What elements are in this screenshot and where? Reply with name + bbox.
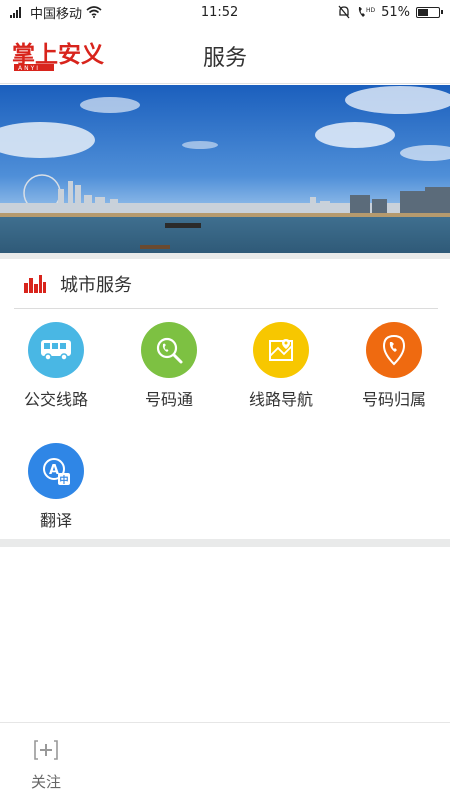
service-icon-circle (253, 322, 309, 378)
service-bus-routes[interactable]: 公交线路 (6, 322, 106, 410)
banner-image[interactable] (0, 85, 450, 253)
service-label: 线路导航 (248, 390, 313, 409)
service-route-navigation[interactable]: 线路导航 (231, 322, 331, 410)
battery-icon (415, 6, 443, 18)
phone-search-icon (156, 337, 183, 364)
translate-icon: A 中 (43, 458, 70, 486)
service-icon-circle (366, 322, 422, 378)
battery-fill (417, 8, 428, 16)
section-title: 城市服务 (60, 274, 132, 296)
status-right: HD 51% (337, 4, 443, 20)
status-bar: 中国移动 11:52 HD 51% (0, 0, 450, 24)
tab-follow-label: 关注 (30, 773, 61, 791)
svg-text:A: A (49, 463, 59, 478)
service-icon-circle: A 中 (28, 443, 84, 499)
service-number-lookup[interactable]: 号码通 (119, 322, 219, 410)
tab-follow[interactable]: 关注 (24, 739, 68, 792)
hd-call-icon: HD (358, 7, 375, 17)
section-divider (0, 539, 450, 547)
status-left: 中国移动 (10, 3, 102, 22)
city-skyline-icon (24, 274, 46, 293)
service-translate[interactable]: A 中 翻译 (6, 443, 106, 531)
phone-location-icon (382, 334, 406, 366)
tab-bar: 关注 (0, 722, 450, 800)
map-icon (269, 339, 293, 361)
service-label: 公交线路 (23, 390, 88, 409)
city-services-header: 城市服务 (14, 259, 438, 309)
service-label: 号码通 (144, 390, 193, 409)
carrier-name: 中国移动 (30, 6, 83, 22)
svg-text:中: 中 (60, 474, 69, 486)
svg-text:HD: HD (366, 7, 375, 14)
service-icon-circle (28, 322, 84, 378)
bus-icon (41, 340, 71, 361)
service-label: 翻译 (39, 511, 72, 530)
service-number-location[interactable]: 号码归属 (344, 322, 444, 410)
wifi-icon (86, 6, 102, 18)
service-label: 号码归属 (361, 390, 426, 409)
service-icon-circle (141, 322, 197, 378)
page-title: 服务 (202, 46, 247, 71)
mute-bell-icon (338, 5, 350, 19)
signal-icon (10, 7, 21, 18)
header: 掌上安义 ANYI 服务 (0, 24, 450, 84)
add-follow-icon (34, 740, 58, 760)
clock: 11:52 (200, 4, 239, 20)
battery-percent: 51% (381, 4, 410, 20)
